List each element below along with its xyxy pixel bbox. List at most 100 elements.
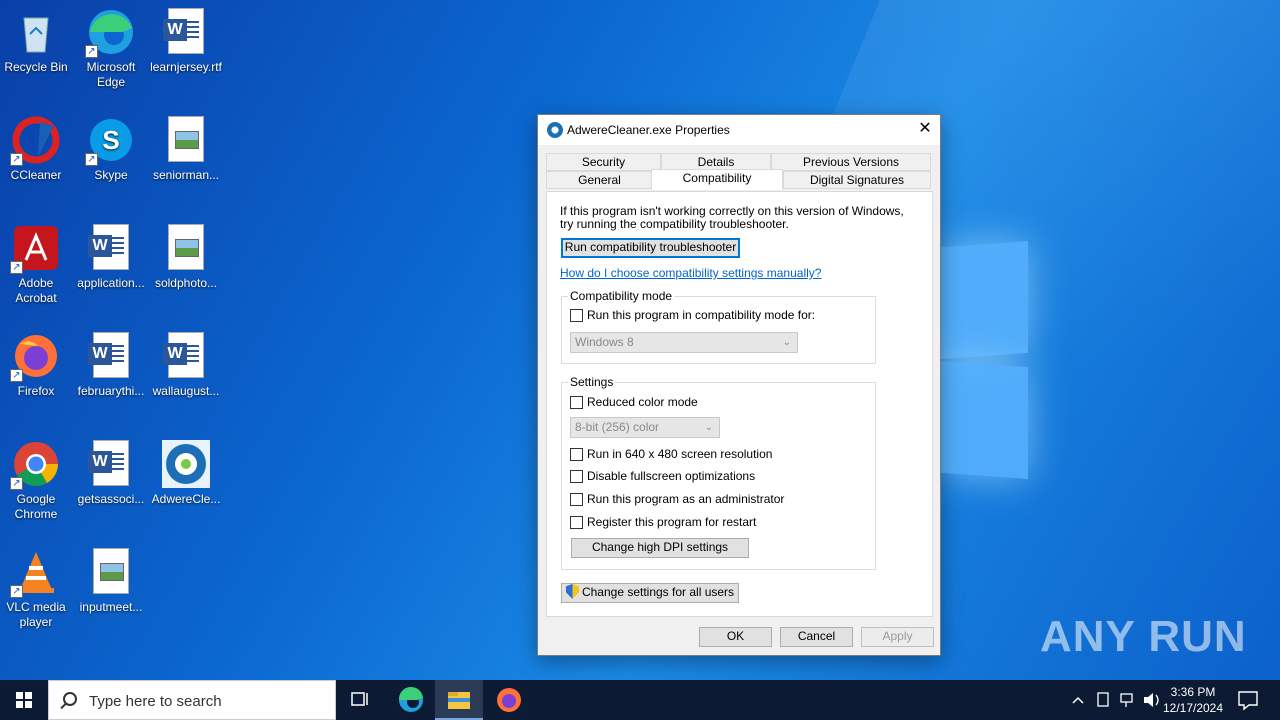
desktop-icon-label: inputmeet...: [79, 600, 143, 614]
select-value: 8-bit (256) color: [575, 420, 660, 434]
settings-label: Settings: [568, 375, 616, 389]
watermark: ANY RUN: [1040, 612, 1247, 661]
ok-button[interactable]: OK: [699, 627, 772, 647]
desktop-icon[interactable]: soldphoto...: [150, 224, 222, 291]
os-version-select[interactable]: Windows 8 ⌄: [570, 332, 798, 353]
desktop-icon[interactable]: ↗ VLC media player: [0, 548, 72, 630]
apply-button[interactable]: Apply: [861, 627, 934, 647]
desktop-icon-label: wallaugust...: [152, 384, 220, 398]
desktop-icon-label: soldphoto...: [154, 276, 218, 290]
image-file-icon: [162, 116, 210, 164]
desktop-icon[interactable]: seniorman...: [150, 116, 222, 183]
tab-previous-versions[interactable]: Previous Versions: [771, 153, 931, 171]
chevron-down-icon: ⌄: [782, 337, 791, 348]
dialog-title: AdwereCleaner.exe Properties: [567, 123, 730, 137]
search-icon: [63, 692, 77, 706]
action-center-button[interactable]: [1226, 680, 1270, 720]
edge-icon: [398, 686, 423, 712]
task-view-button[interactable]: [336, 680, 384, 720]
tab-strip: Security Details Previous Versions Gener…: [546, 153, 932, 193]
checkbox-box[interactable]: [570, 492, 583, 506]
cancel-button[interactable]: Cancel: [780, 627, 853, 647]
shortcut-arrow-icon: ↗: [10, 585, 23, 598]
properties-dialog: AdwereCleaner.exe Properties ✕ Security …: [537, 114, 941, 656]
svg-text:S: S: [102, 125, 119, 155]
intro-text-line1: If this program isn't working correctly …: [560, 204, 904, 218]
desktop-icon[interactable]: ↗ CCleaner: [0, 116, 72, 183]
desktop-icon[interactable]: ↗ Firefox: [0, 332, 72, 399]
desktop-icon-label: learnjersey.rtf: [150, 60, 222, 74]
clock-time: 3:36 PM: [1170, 685, 1216, 699]
desktop-icon-label: Microsoft Edge: [86, 60, 136, 89]
checkbox-box[interactable]: [570, 395, 583, 409]
checkbox-box[interactable]: [570, 469, 583, 483]
checkbox-box[interactable]: [570, 447, 583, 461]
desktop-icon-label: februarythi...: [77, 384, 145, 398]
ccleaner-icon: ↗: [10, 116, 60, 166]
desktop-icon[interactable]: S ↗ Skype: [75, 116, 147, 183]
change-dpi-button[interactable]: Change high DPI settings: [571, 538, 749, 558]
desktop-icon[interactable]: inputmeet...: [75, 548, 147, 615]
checkbox-label: Run this program as an administrator: [587, 492, 785, 506]
image-file-icon: [87, 548, 135, 596]
desktop-icon-label: Firefox: [17, 384, 55, 398]
register-restart-checkbox[interactable]: Register this program for restart: [570, 515, 756, 529]
folder-icon: [448, 692, 470, 709]
compatibility-mode-group: Compatibility mode Run this program in c…: [561, 289, 876, 364]
desktop-icon[interactable]: Wlearnjersey.rtf: [150, 8, 222, 75]
word-document-icon: W: [87, 224, 135, 272]
help-link[interactable]: How do I choose compatibility settings m…: [560, 266, 821, 280]
vlc-icon: ↗: [10, 548, 60, 598]
desktop-icon-label: VLC media player: [6, 600, 66, 629]
checkbox-box[interactable]: [570, 308, 583, 322]
run-as-admin-checkbox[interactable]: Run this program as an administrator: [570, 492, 784, 506]
tab-security[interactable]: Security: [546, 153, 661, 171]
close-icon[interactable]: ✕: [910, 115, 940, 145]
tab-general[interactable]: General: [546, 171, 653, 189]
firefox-icon: ↗: [10, 332, 60, 382]
tray-icons: [1072, 692, 1159, 707]
desktop-icon-label: seniorman...: [152, 168, 220, 182]
clock[interactable]: 3:36 PM 12/17/2024: [1158, 684, 1228, 716]
word-document-icon: W: [162, 332, 210, 380]
checkbox-box[interactable]: [570, 515, 583, 529]
desktop-icon[interactable]: ↗ Adobe Acrobat: [0, 224, 72, 306]
taskbar-edge[interactable]: [387, 680, 435, 720]
firefox-icon: [497, 688, 521, 712]
system-tray: [1068, 680, 1168, 720]
run-troubleshooter-button[interactable]: Run compatibility troubleshooter: [561, 238, 740, 258]
desktop-icon[interactable]: AdwereCle...: [150, 440, 222, 507]
checkbox-label: Run this program in compatibility mode f…: [587, 308, 816, 322]
image-file-icon: [162, 224, 210, 272]
taskbar: Type here to search 3:36 PM 12/17/2024: [0, 680, 1280, 720]
desktop-icon[interactable]: Wapplication...: [75, 224, 147, 291]
desktop-icon-label: getsassoci...: [77, 492, 145, 506]
chevron-down-icon: ⌄: [704, 422, 713, 433]
shortcut-arrow-icon: ↗: [10, 369, 23, 382]
desktop-icon[interactable]: ↗ Microsoft Edge: [75, 8, 147, 90]
resolution-640-checkbox[interactable]: Run in 640 x 480 screen resolution: [570, 447, 772, 461]
start-button[interactable]: [0, 680, 48, 720]
tab-digital-signatures[interactable]: Digital Signatures: [783, 171, 931, 189]
taskbar-firefox[interactable]: [485, 680, 533, 720]
title-bar[interactable]: AdwereCleaner.exe Properties ✕: [538, 115, 940, 145]
color-depth-select[interactable]: 8-bit (256) color ⌄: [570, 417, 720, 438]
tab-compatibility[interactable]: Compatibility: [651, 169, 783, 190]
disable-fullscreen-checkbox[interactable]: Disable fullscreen optimizations: [570, 469, 755, 483]
checkbox-label: Disable fullscreen optimizations: [587, 469, 756, 483]
desktop-icon[interactable]: ↗ Google Chrome: [0, 440, 72, 522]
change-all-users-button[interactable]: Change settings for all users: [561, 583, 739, 603]
desktop-icon[interactable]: Wgetsassoci...: [75, 440, 147, 507]
desktop-icon[interactable]: Wwallaugust...: [150, 332, 222, 399]
compatibility-mode-checkbox[interactable]: Run this program in compatibility mode f…: [570, 308, 815, 322]
search-box[interactable]: Type here to search: [48, 680, 336, 720]
shortcut-arrow-icon: ↗: [85, 45, 98, 58]
taskbar-file-explorer[interactable]: [435, 680, 483, 720]
select-value: Windows 8: [575, 335, 634, 349]
word-document-icon: W: [87, 332, 135, 380]
reduced-color-checkbox[interactable]: Reduced color mode: [570, 395, 698, 409]
desktop-icon[interactable]: Recycle Bin: [0, 8, 72, 75]
desktop-icon[interactable]: Wfebruarythi...: [75, 332, 147, 399]
desktop-icon-label: Google Chrome: [14, 492, 58, 521]
word-document-icon: W: [87, 440, 135, 488]
